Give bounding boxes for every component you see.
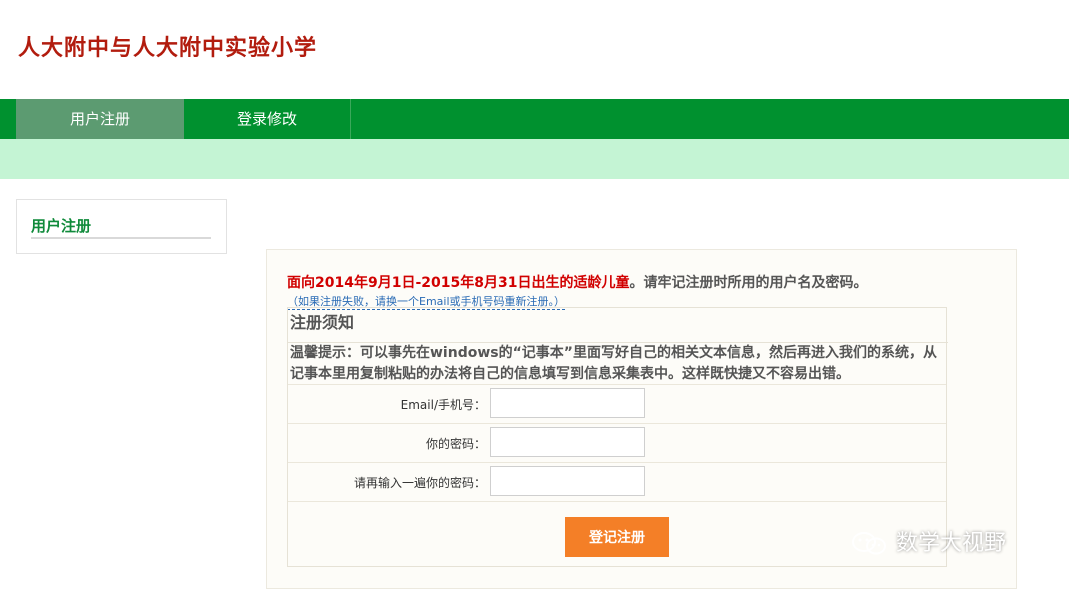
intro-remember-note: 。请牢记注册时所用的用户名及密码。 [629,275,868,291]
confirm-password-input[interactable] [490,466,645,496]
top-nav: 用户注册 登录修改 [0,99,1069,139]
email-phone-input[interactable] [490,388,645,418]
intro-eligibility: 面向2014年9月1日-2015年8月31日出生的适龄儿童 [287,275,630,291]
form-row-email: Email/手机号： [288,384,946,423]
intro-text: 面向2014年9月1日-2015年8月31日出生的适龄儿童。请牢记注册时所用的用… [287,272,867,292]
form-row-submit: 登记注册 [288,501,946,567]
wechat-icon [850,531,890,557]
nav-tab-register[interactable]: 用户注册 [16,99,184,139]
nav-tab-login-modify[interactable]: 登录修改 [184,99,351,139]
registration-form: Email/手机号： 你的密码： 请再输入一遍你的密码： 登记注册 [288,384,946,567]
password-input[interactable] [490,427,645,457]
sidebar-panel: 用户注册 [16,199,227,254]
form-row-password: 你的密码： [288,423,946,462]
register-submit-button[interactable]: 登记注册 [565,517,669,557]
watermark-text: 数学大视野 [896,531,1007,556]
watermark: 数学大视野 [850,525,1006,557]
notice-title: 注册须知 [288,308,948,343]
school-title: 人大附中与人大附中实验小学 [18,35,318,61]
sidebar-title[interactable]: 用户注册 [31,215,91,236]
form-row-confirm: 请再输入一遍你的密码： [288,462,946,501]
email-label: Email/手机号： [400,398,486,412]
confirm-password-label: 请再输入一遍你的密码： [353,476,486,490]
password-label: 你的密码： [425,437,486,451]
notice-box: 注册须知 温馨提示：可以事先在windows的“记事本”里面写好自己的相关文本信… [287,307,948,567]
sidebar-divider [31,237,211,239]
sub-nav-bar [0,139,1069,179]
tip-text: 温馨提示：可以事先在windows的“记事本”里面写好自己的相关文本信息，然后再… [290,345,938,382]
